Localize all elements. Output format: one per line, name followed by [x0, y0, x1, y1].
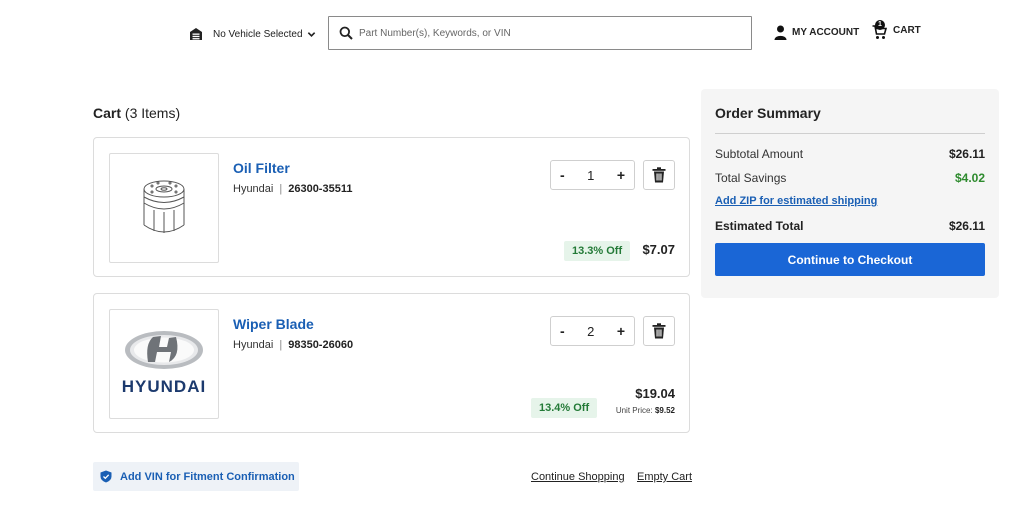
logo-text: HYUNDAI [122, 377, 206, 396]
add-vin-button[interactable]: Add VIN for Fitment Confirmation [93, 462, 299, 491]
decrease-quantity-button[interactable]: - [560, 167, 565, 183]
subtotal-value: $26.11 [948, 147, 985, 161]
cart-item-oil-filter: Oil Filter Hyundai | 26300-35511 - 1 + 13.… [93, 137, 690, 277]
user-icon [774, 25, 787, 40]
total-row: Estimated Total $26.11 [715, 219, 985, 233]
total-label: Estimated Total [715, 219, 804, 233]
savings-label: Total Savings [715, 171, 787, 185]
oil-filter-icon [143, 180, 185, 233]
order-summary: Order Summary Subtotal Amount $26.11 Tot… [701, 89, 999, 298]
item-meta: Hyundai | 26300-35511 [233, 183, 353, 195]
continue-shopping-link[interactable]: Continue Shopping [531, 471, 625, 483]
my-account-link[interactable]: MY ACCOUNT [774, 25, 859, 40]
cart-items-count: (3 Items) [124, 105, 181, 121]
summary-title: Order Summary [715, 105, 821, 121]
account-label: MY ACCOUNT [792, 27, 860, 38]
discount-badge: 13.4% Off [531, 398, 598, 418]
quantity-value[interactable]: 2 [587, 324, 594, 339]
discount-badge: 13.3% Off [564, 241, 631, 261]
search-input[interactable] [359, 27, 739, 39]
subtotal-row: Subtotal Amount $26.11 [715, 147, 985, 161]
item-name[interactable]: Oil Filter [233, 160, 290, 176]
search-icon [339, 26, 353, 40]
vehicle-label: No Vehicle Selected [213, 28, 303, 40]
item-name[interactable]: Wiper Blade [233, 316, 314, 332]
cart-title-text: Cart [93, 105, 122, 121]
quantity-value[interactable]: 1 [587, 168, 594, 183]
savings-row: Total Savings $4.02 [715, 171, 985, 185]
shield-icon [100, 470, 112, 483]
decrease-quantity-button[interactable]: - [560, 323, 565, 339]
product-thumbnail[interactable]: HYUNDAI [109, 309, 219, 419]
item-part-number: 26300-35511 [288, 183, 353, 195]
total-value: $26.11 [948, 219, 985, 233]
unit-price: Unit Price: $9.52 [616, 406, 675, 415]
cart-title: Cart (3 Items) [93, 105, 180, 121]
trash-icon [652, 323, 666, 339]
chevron-down-icon [307, 31, 315, 37]
remove-item-button[interactable] [643, 316, 675, 346]
increase-quantity-button[interactable]: + [617, 323, 625, 339]
subtotal-label: Subtotal Amount [715, 147, 804, 161]
unit-price-label: Unit Price: [615, 406, 653, 415]
item-brand: Hyundai [233, 339, 274, 351]
cart-count-badge: 1 [875, 20, 885, 30]
cart-link[interactable]: 1 CART [872, 20, 921, 40]
cart-label: CART [893, 24, 921, 36]
product-thumbnail[interactable] [109, 153, 219, 263]
summary-divider [715, 133, 985, 134]
item-price: $19.04 [635, 386, 675, 401]
checkout-button[interactable]: Continue to Checkout [715, 243, 985, 276]
quantity-stepper: - 2 + [550, 316, 635, 346]
increase-quantity-button[interactable]: + [617, 167, 625, 183]
savings-value: $4.02 [954, 171, 985, 185]
add-zip-link[interactable]: Add ZIP for estimated shipping [715, 195, 877, 207]
unit-price-value: $9.52 [654, 406, 675, 415]
quantity-stepper: - 1 + [550, 160, 635, 190]
vin-label: Add VIN for Fitment Confirmation [120, 470, 295, 483]
item-meta: Hyundai | 98350-26060 [233, 339, 354, 351]
hyundai-logo: HYUNDAI [122, 331, 206, 396]
item-brand: Hyundai [233, 183, 274, 195]
trash-icon [652, 167, 666, 183]
empty-cart-link[interactable]: Empty Cart [637, 471, 692, 483]
remove-item-button[interactable] [643, 160, 675, 190]
item-part-number: 98350-26060 [288, 339, 354, 351]
vehicle-selector[interactable]: No Vehicle Selected [189, 24, 316, 44]
cart-item-wiper-blade: HYUNDAI Wiper Blade Hyundai | 98350-26060 … [93, 293, 690, 433]
garage-icon [190, 28, 202, 40]
item-price: $7.07 [642, 242, 675, 257]
search-bar[interactable] [328, 16, 752, 50]
